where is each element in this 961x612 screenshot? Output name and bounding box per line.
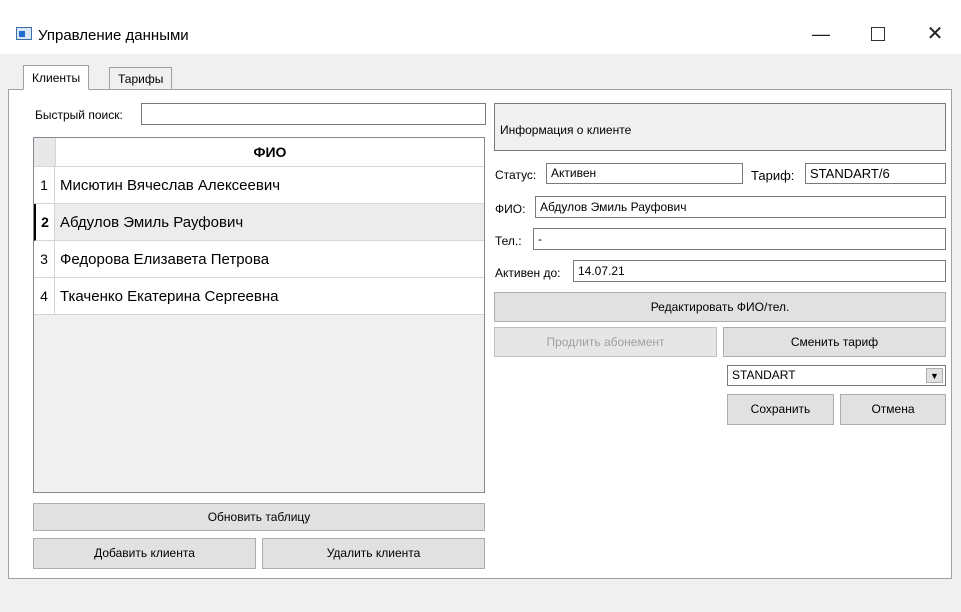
delete-client-button[interactable]: Удалить клиента [262,538,485,569]
table-row[interactable]: 1 Мисютин Вячеслав Алексеевич [34,167,484,204]
table-row-selected[interactable]: 2 Абдулов Эмиль Рауфович [34,204,484,241]
table-cell-name[interactable]: Мисютин Вячеслав Алексеевич [55,167,484,204]
tab-tariffs[interactable]: Тарифы [109,67,173,90]
table-cell-name[interactable]: Ткаченко Екатерина Сергеевна [55,278,484,315]
tariff-select[interactable]: STANDART ▼ [727,365,946,386]
client-info-header: Информация о клиенте [494,103,946,151]
table-cell-name[interactable]: Федорова Елизавета Петрова [55,241,484,278]
tariff-select-value: STANDART [732,368,796,382]
phone-label: Тел.: [495,234,522,248]
close-button[interactable]: ✕ [912,18,958,50]
window-title: Управление данными [38,27,189,44]
status-field[interactable]: Активен [546,163,743,184]
row-number[interactable]: 2 [34,204,55,241]
maximize-button[interactable] [855,18,901,50]
table-header: ФИО [34,138,484,167]
fio-label: ФИО: [495,202,526,216]
client-info-title: Информация о клиенте [500,123,632,137]
minimize-button[interactable]: — [798,18,844,50]
refresh-table-button[interactable]: Обновить таблицу [33,503,485,531]
title-bar: Управление данными — ✕ [0,0,961,54]
status-label: Статус: [495,168,537,182]
table-row[interactable]: 3 Федорова Елизавета Петрова [34,241,484,278]
row-number[interactable]: 1 [34,167,55,204]
table-cell-name[interactable]: Абдулов Эмиль Рауфович [55,204,484,241]
fio-field[interactable]: Абдулов Эмиль Рауфович [535,196,946,218]
phone-field[interactable]: - [533,228,946,250]
row-number[interactable]: 4 [34,278,55,315]
search-input[interactable] [141,103,486,125]
cancel-button[interactable]: Отмена [840,394,946,425]
search-label: Быстрый поиск: [35,108,123,122]
add-client-button[interactable]: Добавить клиента [33,538,256,569]
edit-fio-phone-button[interactable]: Редактировать ФИО/тел. [494,292,946,322]
column-header-fio[interactable]: ФИО [56,138,484,166]
active-until-field[interactable]: 14.07.21 [573,260,946,282]
active-until-label: Активен до: [495,266,561,280]
save-button[interactable]: Сохранить [727,394,834,425]
table-corner-button[interactable] [34,138,56,166]
clients-table: ФИО 1 Мисютин Вячеслав Алексеевич 2 Абду… [33,137,485,493]
app-icon [16,27,32,40]
change-tariff-button[interactable]: Сменить тариф [723,327,946,357]
tariff-label: Тариф: [751,168,795,183]
maximize-icon [871,27,885,42]
extend-subscription-button[interactable]: Продлить абонемент [494,327,717,357]
row-number[interactable]: 3 [34,241,55,278]
tab-clients[interactable]: Клиенты [23,65,90,90]
table-row[interactable]: 4 Ткаченко Екатерина Сергеевна [34,278,484,315]
tariff-field[interactable]: STANDART/6 [805,163,946,184]
chevron-down-icon[interactable]: ▼ [926,368,943,383]
